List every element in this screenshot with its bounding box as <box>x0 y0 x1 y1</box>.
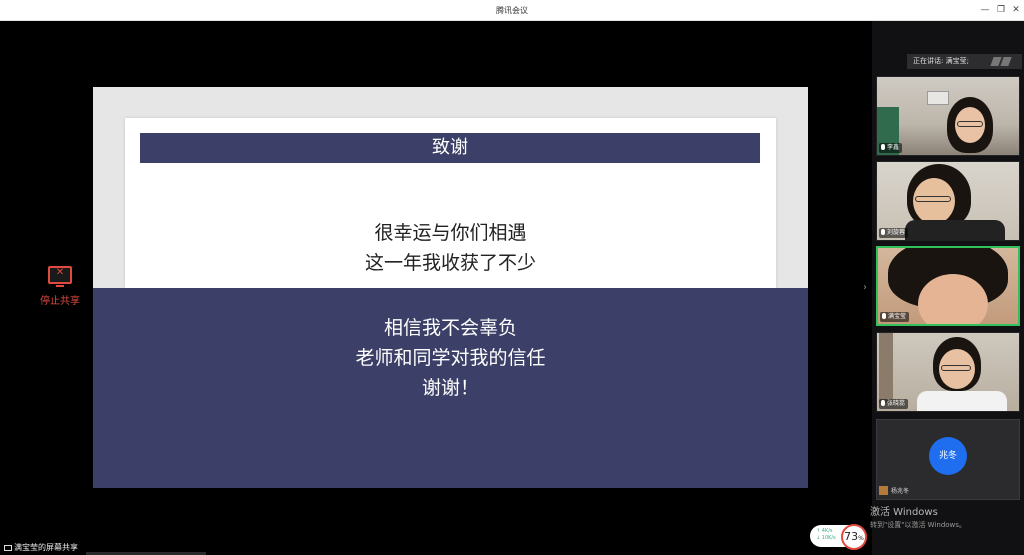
participant-name: 杨兆冬 <box>879 486 909 497</box>
avatar: 兆冬 <box>929 437 967 475</box>
video-tile[interactable]: 刘旋蓉 <box>876 161 1020 241</box>
slide-text-line: 这一年我收获了不少 <box>364 252 536 274</box>
network-gauge: 73% <box>841 524 867 550</box>
participant-name: 满宝莹 <box>880 312 910 322</box>
speaking-bars-icon <box>990 57 1014 66</box>
stop-share-label: 停止共享 <box>40 296 80 307</box>
windows-activation-watermark: 激活 Windows 转到"设置"以激活 Windows。 <box>870 507 966 529</box>
video-tile[interactable]: 满宝莹 <box>876 246 1020 326</box>
participant-name: 刘旋蓉 <box>879 228 909 238</box>
window-title: 腾讯会议 <box>496 6 528 15</box>
screen-icon <box>4 545 12 551</box>
slide-text-line: 很幸运与你们相遇 <box>374 222 527 244</box>
video-tile[interactable]: 兆冬 杨兆冬 <box>876 419 1020 500</box>
slide-bottom-band: 相信我不会辜负 老师和同学对我的信任 谢谢！ <box>93 288 808 488</box>
download-rate: ↓ 10K/s <box>816 535 836 541</box>
screen-share-status: 满宝莹的屏幕共享 <box>0 542 82 554</box>
mic-icon <box>882 313 886 319</box>
participant-name: 张晓蕊 <box>879 399 909 409</box>
collapse-sidebar-icon[interactable]: › <box>863 282 867 293</box>
stop-share-button[interactable]: ✕ 停止共享 <box>30 266 90 310</box>
slide-text-line: 谢谢！ <box>421 377 479 399</box>
user-thumbnail-icon <box>879 486 888 495</box>
slide-text-line: 老师和同学对我的信任 <box>355 347 546 369</box>
network-widget[interactable]: ↑ 4K/s ↓ 10K/s 73% <box>810 524 867 550</box>
stop-share-icon: ✕ <box>48 266 72 287</box>
upload-rate: ↑ 4K/s <box>816 528 833 534</box>
title-bar: 腾讯会议 — ❐ ✕ <box>0 0 1024 21</box>
mic-icon <box>881 144 885 150</box>
speaking-text: 正在讲话: 满宝莹; <box>913 57 969 65</box>
close-button[interactable]: ✕ <box>1007 0 1024 21</box>
shared-slide: 致谢 很幸运与你们相遇 这一年我收获了不少 相信我不会辜负 老师和同学对我的信任… <box>93 87 808 488</box>
participant-name: 李鑫 <box>879 143 903 153</box>
slide-title: 致谢 <box>140 133 760 163</box>
video-tile[interactable]: 李鑫 <box>876 76 1020 156</box>
slide-text-line: 相信我不会辜负 <box>383 317 517 339</box>
video-tile[interactable]: 张晓蕊 <box>876 332 1020 412</box>
mic-icon <box>881 400 885 406</box>
mic-icon <box>881 229 885 235</box>
speaking-indicator: 正在讲话: 满宝莹; <box>907 54 1022 69</box>
